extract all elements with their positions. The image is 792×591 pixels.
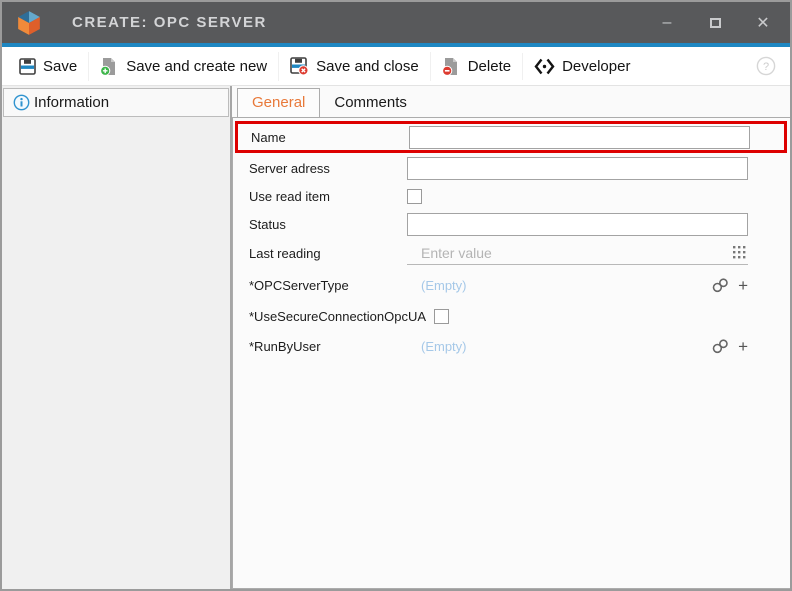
- runbyuser-value[interactable]: (Empty): [407, 339, 467, 354]
- save-and-close-label: Save and close: [316, 58, 419, 75]
- save-and-close-button[interactable]: Save and close: [278, 52, 430, 81]
- form-row-opcservertype: *OPCServerType (Empty) +: [233, 269, 790, 302]
- toolbar: Save Save and create new Save and close: [2, 47, 790, 86]
- developer-button[interactable]: Developer: [522, 53, 641, 80]
- sidebar: Information: [2, 86, 232, 589]
- tab-comments[interactable]: Comments: [320, 89, 421, 117]
- form-row-use-read-item: Use read item: [233, 182, 790, 210]
- delete-button-label: Delete: [468, 58, 511, 75]
- status-input[interactable]: [407, 213, 748, 236]
- help-button[interactable]: ?: [756, 56, 776, 76]
- link-icon[interactable]: [712, 278, 729, 293]
- last-reading-input[interactable]: [407, 242, 748, 265]
- form-row-status: Status: [233, 210, 790, 238]
- status-label: Status: [249, 217, 407, 232]
- info-icon: [13, 94, 30, 111]
- create-opc-server-window: CREATE: OPC SERVER – ✕ Save Save and c: [0, 0, 792, 591]
- runbyuser-label: *RunByUser: [249, 339, 407, 354]
- maximize-button[interactable]: [698, 9, 732, 37]
- tab-general[interactable]: General: [237, 88, 320, 117]
- name-input[interactable]: [409, 126, 750, 149]
- name-label: Name: [251, 130, 409, 145]
- save-and-create-new-button[interactable]: Save and create new: [88, 52, 278, 81]
- developer-button-label: Developer: [562, 58, 630, 75]
- link-icon[interactable]: [712, 339, 729, 354]
- use-read-item-label: Use read item: [249, 189, 407, 204]
- save-close-icon: [290, 57, 309, 76]
- opcservertype-label: *OPCServerType: [249, 278, 407, 293]
- svg-text:?: ?: [763, 61, 769, 73]
- form-row-usesecureconnectionopcua: *UseSecureConnectionOpcUA: [233, 302, 790, 330]
- maximize-icon: [710, 18, 721, 28]
- server-adress-label: Server adress: [249, 161, 407, 176]
- save-button-label: Save: [43, 58, 77, 75]
- minimize-button[interactable]: –: [650, 9, 684, 37]
- save-and-create-new-label: Save and create new: [126, 58, 267, 75]
- sidebar-item-information[interactable]: Information: [3, 88, 229, 117]
- help-icon: ?: [756, 56, 776, 76]
- window-controls: – ✕: [650, 9, 780, 37]
- window-body: Information General Comments Name Ser: [2, 86, 790, 589]
- delete-icon: [442, 57, 461, 76]
- use-read-item-checkbox[interactable]: [407, 189, 422, 204]
- plus-icon[interactable]: +: [738, 338, 748, 355]
- last-reading-label: Last reading: [249, 246, 407, 261]
- usesecureconnectionopcua-label: *UseSecureConnectionOpcUA: [249, 309, 434, 324]
- main-area: General Comments Name Server adress: [232, 86, 790, 589]
- tabbar: General Comments: [232, 86, 790, 117]
- grid-icon[interactable]: [733, 246, 746, 259]
- developer-icon: [534, 58, 555, 75]
- sidebar-item-label: Information: [34, 94, 109, 111]
- app-logo-icon: [16, 11, 42, 35]
- form-row-name: Name: [235, 121, 787, 153]
- titlebar: CREATE: OPC SERVER – ✕: [2, 2, 790, 43]
- usesecureconnectionopcua-checkbox[interactable]: [434, 309, 449, 324]
- form-row-runbyuser: *RunByUser (Empty) +: [233, 330, 790, 363]
- server-adress-input[interactable]: [407, 157, 748, 180]
- opcservertype-value[interactable]: (Empty): [407, 278, 467, 293]
- form-row-last-reading: Last reading: [233, 238, 790, 269]
- close-button[interactable]: ✕: [746, 9, 780, 37]
- save-button[interactable]: Save: [8, 53, 88, 80]
- save-create-new-icon: [100, 57, 119, 76]
- form-row-server-adress: Server adress: [233, 154, 790, 182]
- window-title: CREATE: OPC SERVER: [72, 14, 267, 31]
- plus-icon[interactable]: +: [738, 277, 748, 294]
- delete-button[interactable]: Delete: [430, 52, 522, 81]
- general-form-panel: Name Server adress Use read item: [232, 117, 790, 589]
- save-icon: [19, 58, 36, 75]
